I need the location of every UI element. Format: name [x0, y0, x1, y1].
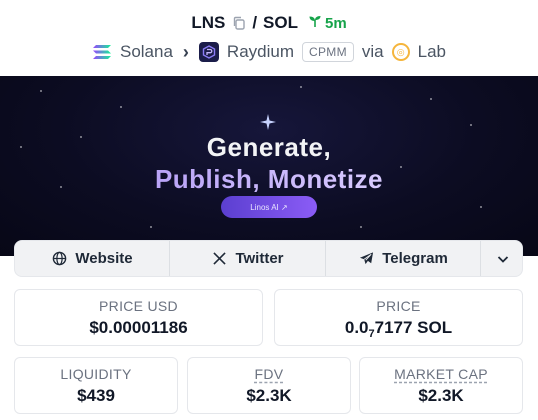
quote-token-symbol: SOL [263, 13, 298, 32]
sparkle-icon [258, 112, 278, 132]
pool-type-badge: CPMM [302, 42, 354, 62]
market-cap-value: $2.3K [418, 386, 464, 405]
pair-age-text: 5m [325, 14, 347, 32]
lab-logo-icon: ◎ [391, 43, 410, 61]
fdv-label[interactable]: FDV [188, 366, 350, 382]
price-usd-value: $0.00001186 [89, 318, 188, 337]
price-usd-label: PRICE USD [99, 298, 178, 314]
pair-separator: / [252, 13, 258, 32]
banner-headline-line2: Publish, Monetize [0, 164, 538, 195]
dex-name-link[interactable]: Raydium [227, 42, 294, 62]
x-twitter-icon [211, 251, 227, 267]
pair-age-badge: 5m [308, 14, 347, 32]
telegram-link-label: Telegram [382, 250, 448, 267]
chain-name-link[interactable]: Solana [120, 42, 173, 62]
twitter-link-button[interactable]: Twitter [170, 241, 326, 276]
fdv-card: FDV $2.3K [187, 357, 351, 414]
price-native-label: PRICE [376, 298, 421, 314]
price-native-prefix: 0.0 [344, 318, 369, 337]
twitter-link-label: Twitter [235, 250, 284, 267]
raydium-logo-icon [198, 42, 219, 62]
liquidity-value: $439 [77, 386, 115, 405]
liquidity-label: LIQUIDITY [60, 366, 132, 382]
chevron-down-icon [495, 251, 511, 267]
liquidity-card: LIQUIDITY $439 [14, 357, 178, 414]
solana-logo-icon [92, 44, 112, 60]
market-cap-label[interactable]: MARKET CAP [360, 366, 522, 382]
more-links-dropdown[interactable] [481, 241, 524, 276]
copy-icon[interactable] [231, 16, 246, 31]
fdv-value: $2.3K [246, 386, 292, 405]
price-usd-card: PRICE USD $0.00001186 [14, 289, 263, 346]
via-label: via [361, 42, 384, 61]
market-cap-card: MARKET CAP $2.3K [359, 357, 523, 414]
banner-headline-line2-text: Publish, Monetize [154, 164, 384, 194]
pair-title: LNS / SOL 5m [0, 11, 538, 35]
website-link-button[interactable]: Website [15, 241, 170, 276]
social-links-bar: Website Twitter Telegram [14, 240, 523, 277]
telegram-link-button[interactable]: Telegram [326, 241, 481, 276]
telegram-icon [358, 251, 374, 267]
globe-icon [51, 251, 67, 267]
banner-cta-pill: Linos AI ↗ [221, 196, 317, 218]
base-token-symbol: LNS [191, 13, 226, 32]
price-native-suffix: 7177 SOL [374, 318, 453, 337]
price-native-value: 0.077177 SOL [275, 318, 522, 340]
sprout-icon [308, 14, 322, 32]
website-link-label: Website [75, 250, 133, 267]
token-banner-image: Generate, Publish, Monetize Linos AI ↗ [0, 76, 538, 256]
chevron-right-icon: › [182, 41, 189, 62]
price-native-card: PRICE 0.077177 SOL [274, 289, 523, 346]
launchpad-name-link[interactable]: Lab [418, 42, 446, 62]
banner-headline-line1: Generate, [206, 132, 332, 162]
pair-source-breadcrumb: Solana › Raydium CPMM via ◎ Lab [0, 40, 538, 64]
